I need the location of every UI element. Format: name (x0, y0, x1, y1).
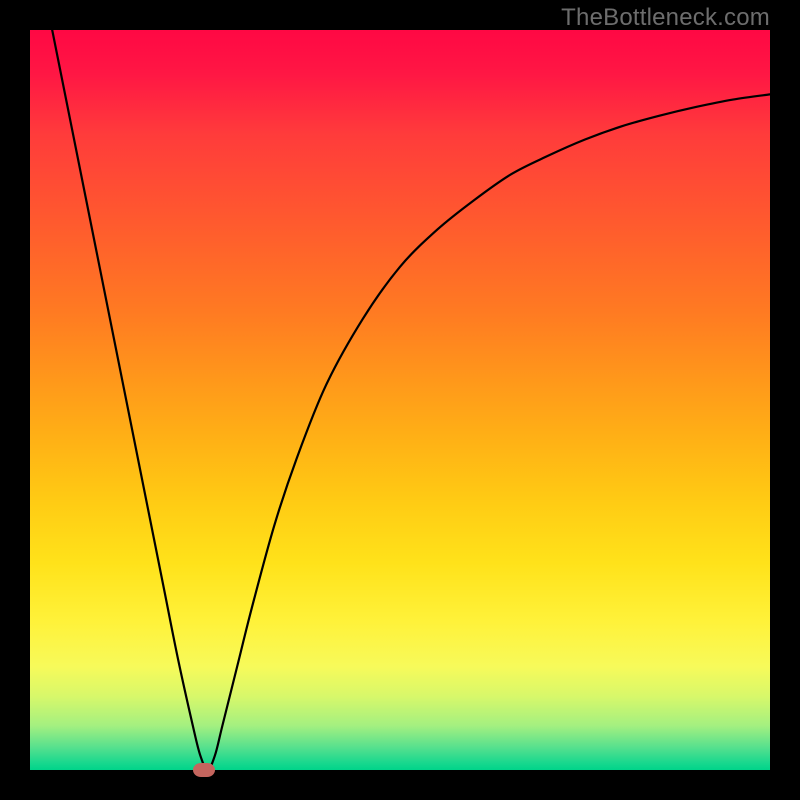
bottleneck-curve (52, 30, 770, 770)
plot-area (30, 30, 770, 770)
optimum-marker (193, 763, 215, 777)
curve-svg (30, 30, 770, 770)
chart-frame: TheBottleneck.com (0, 0, 800, 800)
watermark-text: TheBottleneck.com (561, 4, 770, 32)
